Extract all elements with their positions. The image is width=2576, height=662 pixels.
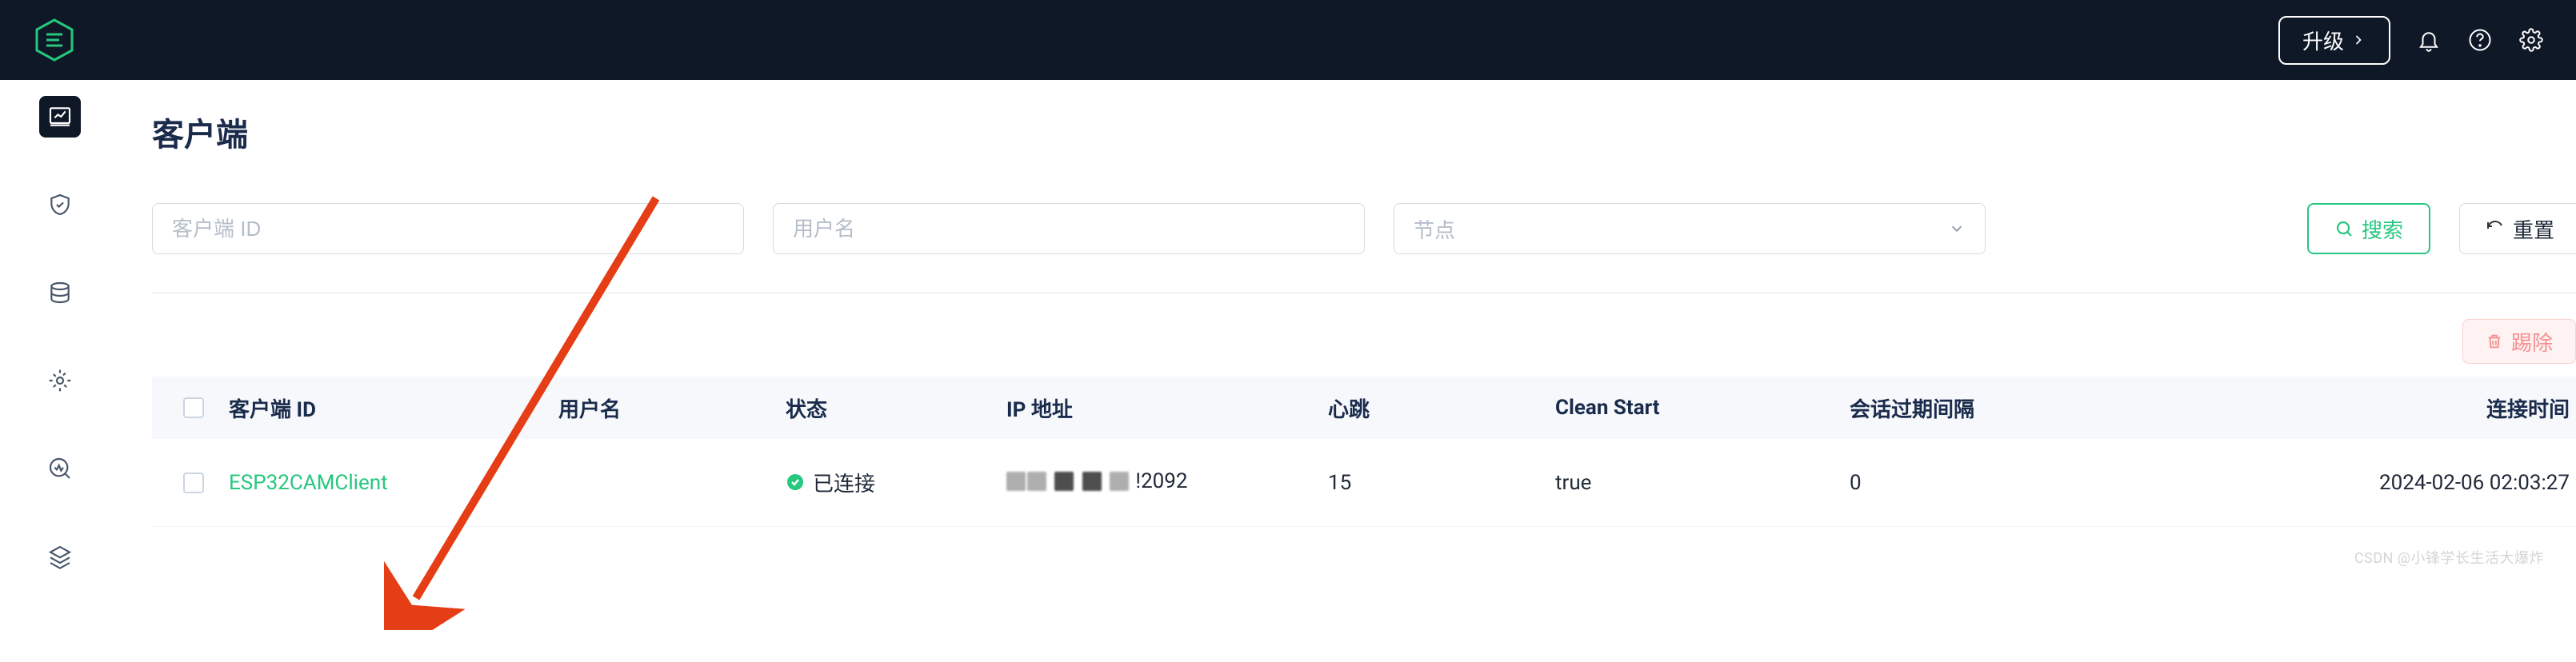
search-label: 搜索 bbox=[2362, 214, 2403, 244]
cell-heartbeat: 15 bbox=[1328, 471, 1555, 495]
username-input[interactable] bbox=[773, 203, 1365, 254]
chevron-down-icon bbox=[1948, 220, 1966, 237]
cell-conn-time: 2024-02-06 02:03:27 bbox=[2266, 471, 2570, 495]
node-select-placeholder: 节点 bbox=[1414, 214, 1455, 244]
row-checkbox[interactable] bbox=[183, 473, 204, 493]
ip-suffix: !2092 bbox=[1135, 469, 1187, 493]
database-icon bbox=[47, 280, 73, 305]
sidebar-item-clusters[interactable] bbox=[39, 272, 81, 313]
status-badge: 已连接 bbox=[786, 468, 875, 497]
kick-label: 踢除 bbox=[2511, 327, 2553, 357]
th-expiry: 会话过期间隔 bbox=[1850, 393, 2266, 423]
help-icon[interactable] bbox=[2467, 27, 2493, 53]
upgrade-button[interactable]: 升级 bbox=[2278, 16, 2390, 65]
chevron-right-icon bbox=[2350, 32, 2366, 48]
bell-icon[interactable] bbox=[2416, 27, 2442, 53]
reset-button[interactable]: 重置 bbox=[2459, 203, 2576, 254]
shield-icon bbox=[47, 192, 73, 217]
select-all-checkbox[interactable] bbox=[183, 397, 204, 418]
sidebar bbox=[0, 80, 120, 577]
gear-icon[interactable] bbox=[2518, 27, 2544, 53]
sidebar-item-rules[interactable] bbox=[39, 360, 81, 401]
th-username: 用户名 bbox=[558, 393, 786, 423]
layers-icon bbox=[47, 544, 73, 569]
sidebar-item-dashboard[interactable] bbox=[39, 96, 81, 138]
filter-bar: 节点 搜索 重置 bbox=[152, 203, 2576, 293]
cell-expiry: 0 bbox=[1850, 471, 2266, 495]
th-clean-start: Clean Start bbox=[1555, 396, 1850, 420]
table-row: ESP32CAMClient 已连接 !2092 bbox=[152, 439, 2576, 527]
activity-icon bbox=[47, 456, 73, 481]
sidebar-item-monitoring[interactable] bbox=[39, 448, 81, 489]
status-text: 已连接 bbox=[813, 468, 875, 497]
check-circle-icon bbox=[786, 473, 805, 492]
th-ip: IP 地址 bbox=[1006, 393, 1328, 423]
th-client-id: 客户端 ID bbox=[229, 393, 558, 423]
node-select[interactable]: 节点 bbox=[1394, 203, 1986, 254]
trash-icon bbox=[2486, 333, 2503, 350]
gear-outline-icon bbox=[47, 368, 73, 393]
th-status: 状态 bbox=[786, 393, 1006, 423]
kick-button[interactable]: 踢除 bbox=[2462, 319, 2576, 364]
reset-label: 重置 bbox=[2513, 214, 2554, 244]
watermark: CSDN @小锋学长生活大爆炸 bbox=[2354, 547, 2544, 568]
th-heartbeat: 心跳 bbox=[1328, 393, 1555, 423]
table-toolbar: 踢除 bbox=[152, 293, 2576, 377]
table-header: 客户端 ID 用户名 状态 IP 地址 心跳 Clean Start 会话过期间… bbox=[152, 377, 2576, 439]
dashboard-icon bbox=[47, 104, 73, 130]
search-button[interactable]: 搜索 bbox=[2307, 203, 2430, 254]
ip-blurred: !2092 bbox=[1006, 469, 1188, 493]
cell-ip: !2092 bbox=[1006, 469, 1328, 496]
emqx-logo-icon bbox=[32, 18, 77, 62]
clients-table: 客户端 ID 用户名 状态 IP 地址 心跳 Clean Start 会话过期间… bbox=[152, 377, 2576, 527]
refresh-icon bbox=[2486, 219, 2505, 238]
page-title: 客户端 bbox=[152, 109, 2576, 155]
client-id-link[interactable]: ESP32CAMClient bbox=[229, 471, 388, 495]
sidebar-item-security[interactable] bbox=[39, 184, 81, 225]
th-conn-time: 连接时间 bbox=[2266, 393, 2570, 423]
main-content: 客户端 节点 搜索 重置 踢除 bbox=[120, 80, 2576, 577]
sidebar-item-plugins[interactable] bbox=[39, 536, 81, 577]
logo[interactable] bbox=[32, 18, 77, 62]
search-icon bbox=[2334, 219, 2354, 238]
client-id-input[interactable] bbox=[152, 203, 744, 254]
cell-clean-start: true bbox=[1555, 471, 1850, 495]
top-bar: 升级 bbox=[0, 0, 2576, 80]
upgrade-label: 升级 bbox=[2302, 26, 2344, 55]
